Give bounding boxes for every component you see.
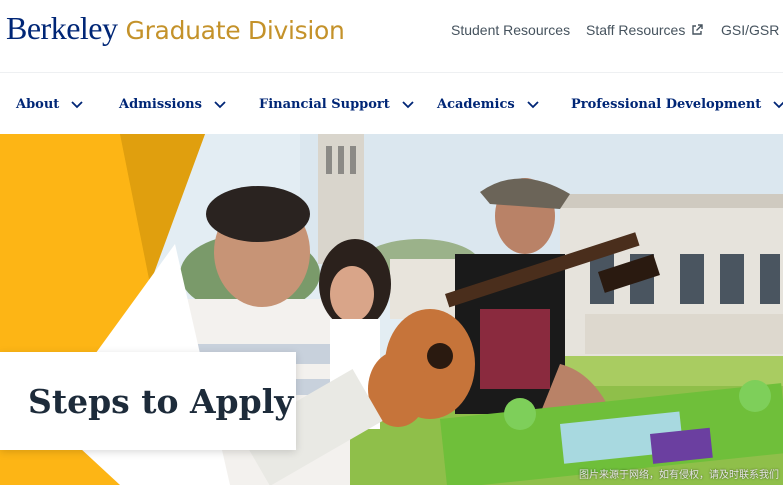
nav-item-financial-support[interactable]: Financial Support [259, 97, 414, 112]
nav-item-label: Academics [437, 97, 515, 112]
util-link-student-resources[interactable]: Student Resources [451, 22, 570, 38]
util-link-label: Student Resources [451, 22, 571, 38]
chevron-down-icon [773, 100, 783, 108]
site-logo[interactable]: Berkeley Graduate Division [6, 10, 345, 47]
logo-berkeley: Berkeley [6, 10, 118, 46]
nav-item-label: Financial Support [259, 97, 390, 112]
util-link-staff-resources[interactable]: Staff Resources [586, 22, 704, 38]
top-header: Berkeley Graduate Division Student Resour… [0, 0, 783, 72]
chevron-down-icon [402, 100, 414, 108]
nav-item-label: Professional Development [571, 97, 762, 112]
nav-item-academics[interactable]: Academics [437, 97, 539, 112]
nav-item-professional-development[interactable]: Professional Development [571, 97, 783, 112]
hero-title-card: Steps to Apply [0, 352, 296, 450]
image-watermark: 图片来源于网络，如有侵权，请及时联系我们 [579, 470, 779, 481]
util-link-gsi-gsr[interactable]: GSI/GSR R [721, 22, 783, 38]
nav-item-about[interactable]: About [16, 97, 83, 112]
logo-graduate-division: Graduate Division [125, 16, 345, 45]
external-link-icon [692, 24, 704, 35]
chevron-down-icon [214, 100, 226, 108]
nav-item-label: About [16, 97, 60, 112]
util-link-label: Staff Resources [586, 22, 686, 38]
chevron-down-icon [71, 100, 83, 108]
nav-item-label: Admissions [119, 97, 202, 112]
main-nav: About Admissions Financial Support Acade… [0, 72, 783, 135]
util-link-label: GSI/GSR R [721, 22, 783, 38]
page-title: Steps to Apply [28, 382, 294, 421]
nav-item-admissions[interactable]: Admissions [119, 97, 226, 112]
chevron-down-icon [527, 100, 539, 108]
